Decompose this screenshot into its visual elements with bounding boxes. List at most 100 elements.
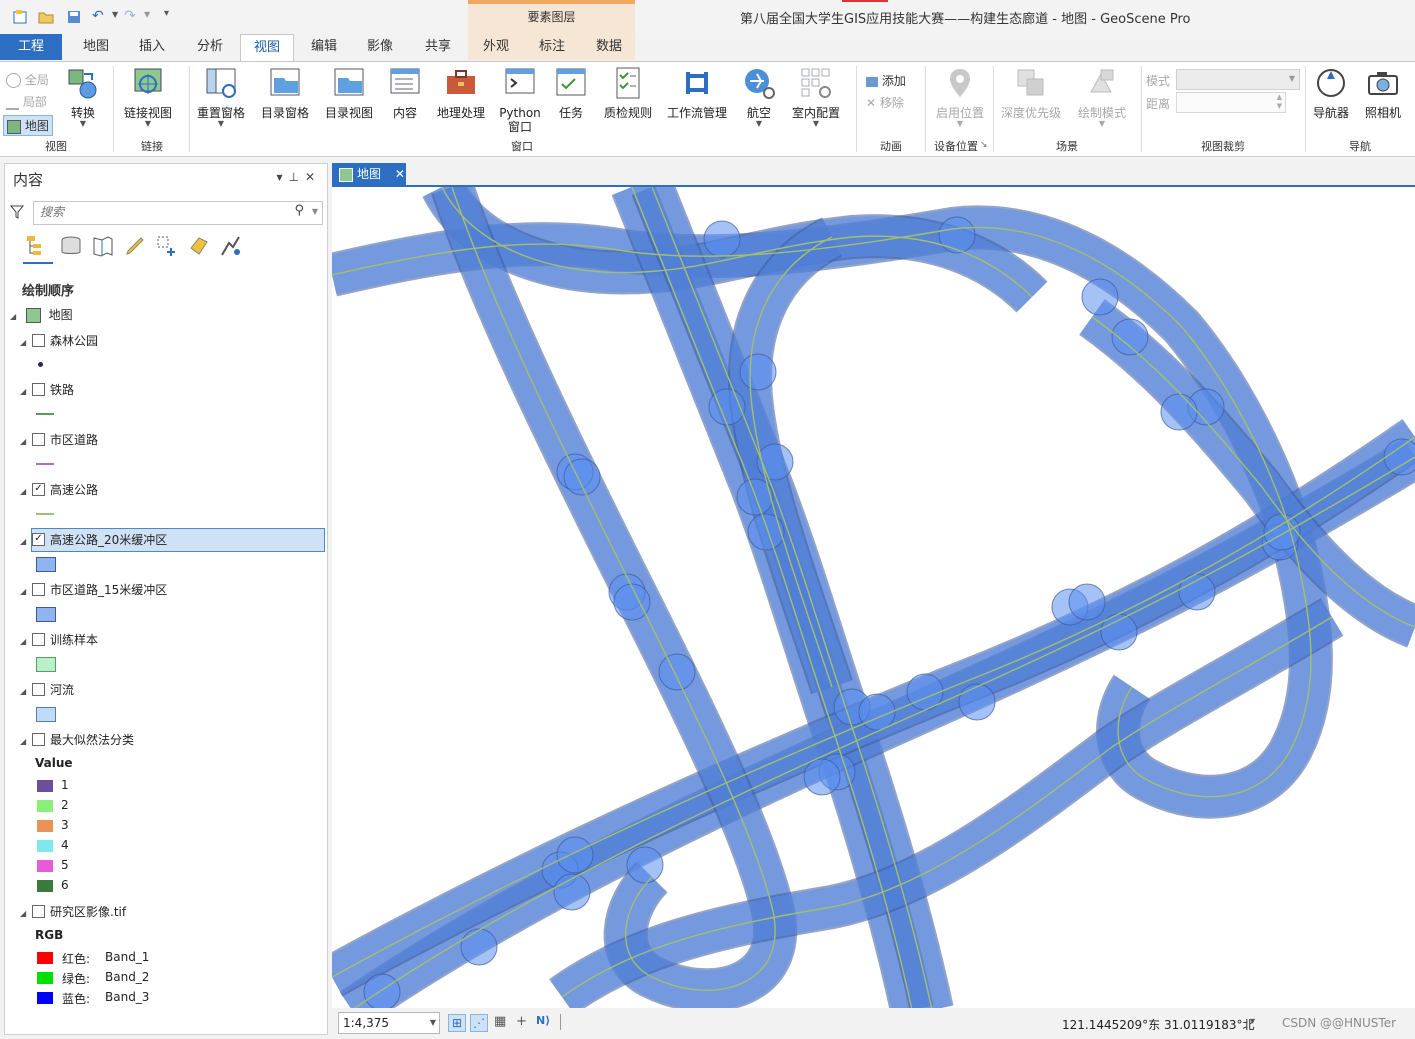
tab-map[interactable]: 地图	[70, 34, 122, 60]
animation-add-button[interactable]: 添加	[866, 72, 906, 89]
layer-visibility-checkbox[interactable]: ✓	[32, 483, 45, 496]
scale-dropdown-icon[interactable]: ▼	[430, 1013, 436, 1033]
list-by-data-source-icon[interactable]	[59, 234, 83, 258]
layer-row[interactable]: ◢ 森林公园	[20, 330, 98, 352]
reset-panes-button[interactable]: 重置窗格 ▼	[194, 66, 248, 128]
layer-row[interactable]: ◢ 研究区影像.tif	[20, 901, 126, 923]
collapse-arrow-icon[interactable]: ◢	[20, 431, 32, 453]
scale-selector[interactable]: 1:4,375 ▼	[338, 1012, 440, 1034]
layer-visibility-checkbox[interactable]	[32, 633, 45, 646]
pin-icon[interactable]: ⊥	[288, 170, 304, 184]
tab-edit[interactable]: 编辑	[298, 34, 350, 60]
tab-view[interactable]: 视图	[240, 34, 294, 62]
class-color-swatch	[37, 840, 53, 852]
layer-visibility-checkbox[interactable]	[32, 733, 45, 746]
tab-appearance[interactable]: 外观	[470, 34, 522, 60]
tab-imagery[interactable]: 影像	[354, 34, 406, 60]
search-box[interactable]: ⚲ ▼	[33, 201, 323, 225]
layer-visibility-checkbox[interactable]	[32, 433, 45, 446]
map-drawing[interactable]	[332, 187, 1415, 1010]
grid-toggle-icon[interactable]: ⊞	[448, 1014, 466, 1032]
tab-labeling[interactable]: 标注	[526, 34, 578, 60]
collapse-arrow-icon[interactable]: ◢	[20, 903, 32, 925]
snapping-toggle-icon[interactable]: ⋰	[470, 1014, 488, 1032]
tasks-button[interactable]: 任务	[550, 66, 592, 120]
customize-toolbar-icon[interactable]: ▾	[164, 8, 169, 19]
aviation-button[interactable]: 航空 ▼	[738, 66, 780, 128]
layer-row[interactable]: ◢ 市区道路_15米缓冲区	[20, 579, 167, 601]
layer-visibility-checkbox[interactable]	[32, 583, 45, 596]
new-project-icon[interactable]	[12, 9, 28, 25]
workflow-manager-button[interactable]: 工作流管理	[666, 66, 728, 120]
list-by-drawing-order-icon[interactable]	[25, 234, 49, 258]
map-view-tab[interactable]: 地图 ✕	[332, 163, 406, 185]
close-tab-icon[interactable]: ✕	[395, 167, 405, 181]
layer-visibility-checkbox[interactable]	[32, 334, 45, 347]
layer-row[interactable]: ◢ ✓ 高速公路	[20, 479, 98, 501]
python-window-button[interactable]: Python 窗口	[496, 66, 544, 134]
layer-row[interactable]: ◢ 铁路	[20, 379, 74, 401]
search-input[interactable]	[34, 202, 286, 222]
link-views-dropdown-icon: ▼	[144, 119, 152, 128]
map-canvas[interactable]	[332, 185, 1415, 1010]
list-by-perspective-icon[interactable]	[219, 234, 243, 258]
collapse-arrow-icon[interactable]: ◢	[20, 481, 32, 503]
collapse-arrow-icon[interactable]: ◢	[20, 381, 32, 403]
tab-data[interactable]: 数据	[583, 34, 635, 60]
search-icon[interactable]: ⚲	[294, 203, 304, 218]
layer-visibility-checkbox[interactable]: ✓	[32, 533, 45, 546]
list-by-selection-icon[interactable]	[91, 234, 115, 258]
dialog-launcher-icon[interactable]: ↘	[980, 140, 988, 150]
class-color-swatch	[37, 780, 53, 792]
camera-button[interactable]: 照相机	[1360, 66, 1406, 120]
collapse-arrow-icon[interactable]: ◢	[20, 581, 32, 603]
collapse-arrow-icon[interactable]: ◢	[20, 332, 32, 354]
layer-row[interactable]: ◢ 训练样本	[20, 629, 98, 651]
convert-button[interactable]: 转换 ▼	[63, 66, 103, 128]
search-options-dropdown-icon[interactable]: ▼	[312, 207, 318, 216]
undo-icon[interactable]: ↶	[92, 8, 104, 24]
list-by-editing-icon[interactable]	[123, 234, 147, 258]
layer-visibility-checkbox[interactable]	[32, 905, 45, 918]
buffer-node-circle	[1178, 573, 1216, 611]
table-icon[interactable]: ▦	[494, 1014, 506, 1029]
tab-share[interactable]: 共享	[412, 34, 464, 60]
navigator-button[interactable]: 导航器	[1308, 66, 1354, 120]
tab-insert[interactable]: 插入	[126, 34, 178, 60]
save-icon[interactable]	[66, 9, 82, 25]
contents-button[interactable]: 内容	[384, 66, 426, 120]
collapse-arrow-icon[interactable]: ◢	[20, 731, 32, 753]
tab-project[interactable]: 工程	[0, 34, 62, 60]
indoor-config-button[interactable]: 室内配置 ▼	[788, 66, 844, 128]
map-view-button[interactable]: 地图	[3, 115, 53, 136]
collapse-arrow-icon[interactable]: ◢	[20, 531, 32, 553]
link-views-button[interactable]: 链接视图 ▼	[120, 66, 176, 128]
buffer-node-circle	[613, 583, 651, 621]
undo-dropdown-icon[interactable]: ▼	[112, 10, 118, 19]
geoprocessing-button[interactable]: 地理处理	[432, 66, 490, 120]
tab-analysis[interactable]: 分析	[184, 34, 236, 60]
coordinate-format-dropdown-icon[interactable]: ▾	[1250, 1016, 1255, 1027]
collapse-arrow-icon[interactable]: ◢	[20, 681, 32, 703]
layer-visibility-checkbox[interactable]	[32, 683, 45, 696]
list-by-labeling-icon[interactable]	[187, 234, 211, 258]
catalog-pane-button[interactable]: 目录窗格	[256, 66, 314, 120]
layer-row[interactable]: ◢ 河流	[20, 679, 74, 701]
layer-row-selected[interactable]: ◢ ✓ 高速公路_20米缓冲区	[20, 529, 167, 551]
local-scene-icon	[6, 96, 19, 110]
crosshair-icon[interactable]: +	[516, 1014, 527, 1029]
north-arrow-toggle-icon[interactable]: N⟩	[536, 1014, 550, 1027]
collapse-arrow-icon[interactable]: ◢	[20, 631, 32, 653]
list-by-snapping-icon[interactable]	[155, 234, 179, 258]
close-pane-icon[interactable]: ✕	[305, 170, 321, 184]
qc-rules-button[interactable]: 质检规则	[600, 66, 656, 120]
collapse-arrow-icon[interactable]: ◢	[10, 306, 22, 328]
filter-icon[interactable]	[10, 205, 24, 219]
pane-menu-icon[interactable]: ▾	[276, 170, 288, 184]
layer-row[interactable]: ◢ 市区道路	[20, 429, 98, 451]
open-project-icon[interactable]	[38, 9, 54, 25]
layer-visibility-checkbox[interactable]	[32, 383, 45, 396]
map-tree-node[interactable]: ◢ 地图	[10, 304, 73, 326]
layer-row[interactable]: ◢ 最大似然法分类	[20, 729, 134, 751]
catalog-view-button[interactable]: 目录视图	[320, 66, 378, 120]
